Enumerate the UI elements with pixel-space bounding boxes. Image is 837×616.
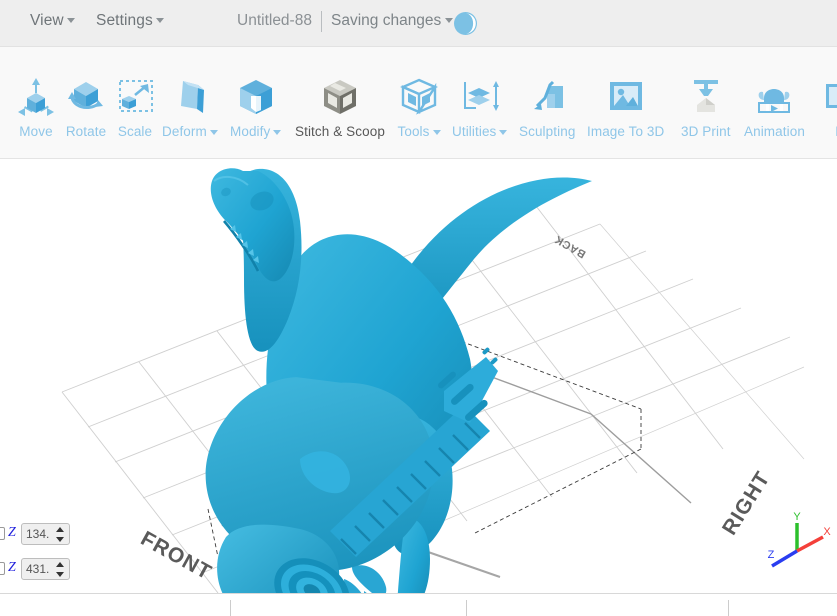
document-title[interactable]: Untitled-88 xyxy=(237,12,312,30)
bottom-bar-divider-3 xyxy=(728,600,729,616)
top-menu-bar: View Settings Untitled-88 Saving changes xyxy=(0,0,837,47)
tool-tools[interactable]: Tools xyxy=(395,74,443,139)
tools-cube-icon xyxy=(395,74,443,118)
tool-rotate[interactable]: Rotate xyxy=(62,74,110,139)
z-field-checkbox-2[interactable] xyxy=(0,562,5,575)
tool-animation-label: Animation xyxy=(744,124,805,139)
tool-stitch-and-scoop[interactable]: Stitch & Scoop xyxy=(295,74,385,139)
tool-utilities[interactable]: Utilities xyxy=(452,74,508,139)
tool-modify-label: Modify xyxy=(230,124,271,139)
svg-text:Z: Z xyxy=(768,549,775,561)
tool-move-label: Move xyxy=(19,124,53,139)
loading-spinner-icon xyxy=(452,10,479,37)
tool-sculpting-label: Sculpting xyxy=(519,124,576,139)
tool-rotate-label: Rotate xyxy=(65,124,107,139)
model-trex-playing-guitar xyxy=(205,168,592,593)
z-stepper-2[interactable] xyxy=(56,562,65,577)
z-field-checkbox-1[interactable] xyxy=(0,527,5,540)
axis-orientation-gizmo[interactable]: Y X Z xyxy=(762,509,832,579)
tool-deform[interactable]: Deform xyxy=(162,74,218,139)
tool-3d-print-label: 3D Print xyxy=(681,124,731,139)
tool-tools-label: Tools xyxy=(397,124,430,139)
stepper-up-icon[interactable] xyxy=(56,562,64,567)
stitch-scoop-cube-icon xyxy=(316,74,364,118)
utilities-layers-icon xyxy=(456,74,504,118)
title-divider xyxy=(321,11,322,32)
tool-render[interactable]: Re xyxy=(820,74,837,139)
tool-modify[interactable]: Modify xyxy=(230,74,282,139)
tool-utilities-label: Utilities xyxy=(452,124,497,139)
tool-3d-print[interactable]: 3D Print xyxy=(681,74,731,139)
sculpting-chisel-icon xyxy=(523,74,571,118)
chevron-down-icon xyxy=(66,18,75,24)
z-axis-label-2: Z xyxy=(8,560,16,575)
image-to-3d-picture-icon xyxy=(602,74,650,118)
tool-deform-label: Deform xyxy=(162,124,207,139)
viewport-grid xyxy=(61,168,805,593)
menu-view[interactable]: View xyxy=(30,12,75,30)
chevron-down-icon xyxy=(499,129,508,135)
svg-text:Y: Y xyxy=(793,511,801,523)
3d-printer-icon xyxy=(682,74,730,118)
save-status-dropdown[interactable]: Saving changes xyxy=(331,12,454,30)
chevron-down-icon xyxy=(432,129,441,135)
3d-viewport[interactable]: FRONT RIGHT BACK Y X Z xyxy=(0,159,837,593)
move-arrows-cube-icon xyxy=(12,74,60,118)
z-value-input-2[interactable]: 431. xyxy=(21,558,70,580)
tool-animation[interactable]: Animation xyxy=(744,74,805,139)
tool-move[interactable]: Move xyxy=(12,74,60,139)
svg-text:X: X xyxy=(823,526,831,538)
bottom-status-bar xyxy=(0,593,837,616)
chevron-down-icon xyxy=(209,129,218,135)
bottom-bar-divider-2 xyxy=(466,600,467,616)
selfcad-app-window: View Settings Untitled-88 Saving changes xyxy=(0,0,837,616)
rotate-cube-icon xyxy=(62,74,110,118)
z-value-text-1: 134. xyxy=(26,527,50,541)
tool-stitch-scoop-label: Stitch & Scoop xyxy=(295,124,385,139)
modify-cube-icon xyxy=(232,74,280,118)
tool-sculpting[interactable]: Sculpting xyxy=(519,74,575,139)
menu-settings[interactable]: Settings xyxy=(96,12,164,30)
animation-elephant-icon xyxy=(750,74,798,118)
stepper-down-icon[interactable] xyxy=(56,572,64,577)
z-value-text-2: 431. xyxy=(26,562,50,576)
tool-image-to-3d-label: Image To 3D xyxy=(587,124,665,139)
stepper-up-icon[interactable] xyxy=(56,527,64,532)
stepper-down-icon[interactable] xyxy=(56,537,64,542)
menu-settings-label: Settings xyxy=(96,12,153,29)
save-status-label: Saving changes xyxy=(331,12,442,29)
menu-view-label: View xyxy=(30,12,64,29)
deform-cube-icon xyxy=(166,74,214,118)
render-icon xyxy=(820,74,837,118)
main-toolbar: Move Rotate Scale Deform Modify Stitch &… xyxy=(0,47,837,186)
tool-scale-label: Scale xyxy=(117,124,153,139)
z-value-input-1[interactable]: 134. xyxy=(21,523,70,545)
bottom-bar-divider-1 xyxy=(230,600,231,616)
tool-scale[interactable]: Scale xyxy=(111,74,159,139)
scale-cube-icon xyxy=(111,74,159,118)
tool-image-to-3d[interactable]: Image To 3D xyxy=(587,74,664,139)
chevron-down-icon xyxy=(273,129,282,135)
chevron-down-icon xyxy=(155,18,164,24)
z-stepper-1[interactable] xyxy=(56,527,65,542)
z-axis-label-1: Z xyxy=(8,525,16,540)
